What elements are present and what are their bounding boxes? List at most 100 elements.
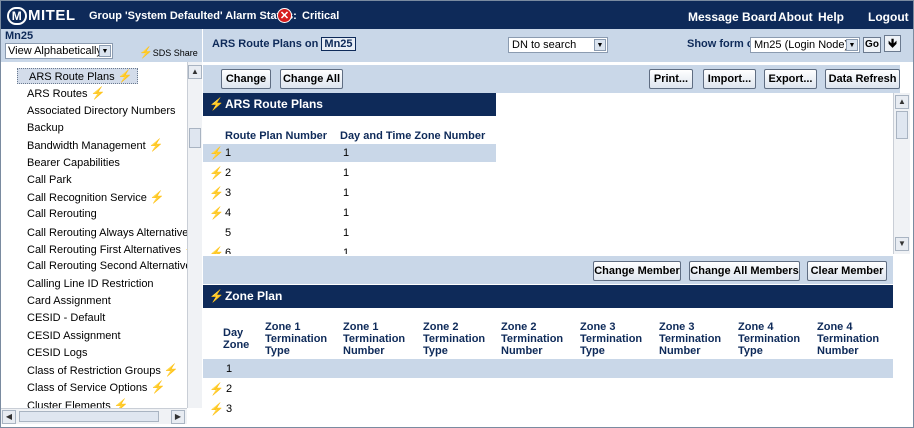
zone-number: 1	[343, 207, 350, 219]
plug-icon: ⚡	[139, 47, 153, 59]
tree-item[interactable]: Bandwidth Management ⚡	[27, 137, 164, 153]
view-mode-select[interactable]: View Alphabetically ▼	[5, 43, 113, 59]
clear-member-button[interactable]: Clear Member	[807, 261, 887, 281]
form-toolbar: Change Change All Print... Import... Exp…	[203, 65, 900, 93]
chevron-down-icon: ▼	[846, 39, 858, 51]
node-select[interactable]: Mn25 (Login Node) ▼	[750, 37, 860, 53]
plug-icon: ⚡	[90, 86, 106, 101]
day-zone-value: 1	[226, 363, 233, 375]
system-name: Mn25	[5, 30, 34, 42]
system-link[interactable]: Mn25	[321, 37, 356, 51]
critical-alarm-icon[interactable]: ✕	[277, 8, 292, 23]
route-plan-number: 4	[225, 207, 232, 219]
tree-horizontal-scrollbar[interactable]: ◀ ▶	[1, 408, 187, 424]
zone-column-header: Zone 4 Termination Type	[738, 321, 801, 357]
change-member-button[interactable]: Change Member	[593, 261, 681, 281]
day-zone-value: 3	[226, 403, 233, 415]
scroll-right-icon[interactable]: ▶	[171, 410, 185, 424]
table-row[interactable]: ⚡ 2	[203, 379, 893, 398]
tree-item[interactable]: Cluster Elements ⚡	[27, 397, 129, 408]
message-board-link[interactable]: Message Board	[688, 10, 777, 24]
tree-item[interactable]: Associated Directory Numbers	[27, 103, 176, 119]
tree-item[interactable]: Class of Restriction Groups ⚡	[27, 362, 179, 378]
tree-item[interactable]: Call Rerouting First Alternatives⚡	[27, 241, 199, 257]
table-row[interactable]: ⚡ 6 1	[203, 244, 496, 254]
zone-number: 1	[343, 167, 350, 179]
logout-link[interactable]: Logout	[868, 10, 909, 24]
table-row[interactable]: 51	[203, 224, 496, 242]
zone-number: 1	[343, 147, 350, 159]
ars-vertical-scrollbar[interactable]: ▲ ▼	[893, 93, 910, 254]
route-plan-number: 3	[225, 187, 232, 199]
zone-number: 1	[343, 187, 350, 199]
tree-item[interactable]: Backup	[27, 120, 64, 136]
group-alarm-label: Group 'System Defaulted' Alarm Status:	[89, 10, 297, 22]
scroll-up-icon[interactable]: ▲	[188, 65, 202, 79]
search-type-select[interactable]: DN to search ▼	[508, 37, 608, 53]
go-button[interactable]: Go	[863, 37, 881, 53]
plug-icon: ⚡	[209, 246, 224, 254]
left-panel-header: Mn25 View Alphabetically ▼ ⚡SDS Share	[1, 29, 202, 62]
scroll-down-icon[interactable]: ▼	[895, 237, 909, 251]
zone-number: 1	[343, 227, 350, 239]
tree-item[interactable]: CESID Logs	[27, 345, 88, 361]
mitel-logo: M MITEL	[7, 7, 76, 25]
plug-icon: ⚡	[148, 138, 164, 153]
tree-item[interactable]: CESID Assignment	[27, 328, 121, 344]
arrow-down-icon[interactable]: 🡻	[884, 35, 901, 52]
table-row[interactable]: ⚡ 4 1	[203, 204, 496, 222]
form-header: ARS Route Plans on Mn25 DN to search ▼ S…	[203, 29, 913, 62]
import-button[interactable]: Import...	[703, 69, 756, 89]
plug-icon: ⚡	[209, 382, 224, 396]
tree-vertical-scrollbar[interactable]: ▲	[187, 62, 202, 408]
table-row[interactable]: ⚡ 3 1	[203, 184, 496, 202]
plug-icon: ⚡	[209, 206, 224, 220]
plug-icon: ⚡	[209, 186, 224, 200]
change-all-button[interactable]: Change All	[280, 69, 343, 89]
scroll-thumb[interactable]	[189, 128, 201, 148]
tree-item[interactable]: Call Rerouting Always Alternatives⚡	[27, 224, 201, 240]
data-refresh-button[interactable]: Data Refresh	[825, 69, 900, 89]
help-link[interactable]: Help	[818, 10, 844, 24]
chevron-down-icon: ▼	[594, 39, 606, 51]
ars-route-plans-table: Route Plan Number Day and Time Zone Numb…	[203, 116, 893, 254]
tree-item[interactable]: Card Assignment	[27, 293, 111, 309]
table-row[interactable]: ⚡ 1 1	[203, 144, 496, 162]
route-plan-number-header: Route Plan Number	[225, 130, 328, 142]
export-button[interactable]: Export...	[764, 69, 817, 89]
table-row[interactable]: 1	[203, 359, 893, 378]
time-zone-number-header: Day and Time Zone Number	[340, 130, 486, 142]
change-button[interactable]: Change	[221, 69, 271, 89]
tree-item[interactable]: Call Rerouting	[27, 206, 97, 222]
change-all-members-button[interactable]: Change All Members	[689, 261, 800, 281]
route-plan-number: 1	[225, 147, 232, 159]
sds-share-link[interactable]: ⚡SDS Share	[139, 46, 198, 59]
plug-icon: ⚡	[209, 402, 224, 416]
tree-item[interactable]: CESID - Default	[27, 310, 105, 326]
plug-icon: ⚡	[113, 397, 129, 408]
scroll-thumb[interactable]	[19, 411, 159, 422]
table-row[interactable]: ⚡ 2 1	[203, 164, 496, 182]
tree-item[interactable]: Class of Service Options ⚡	[27, 379, 165, 395]
form-title: ARS Route Plans on Mn25	[212, 37, 356, 51]
tree-item[interactable]: Call Recognition Service ⚡	[27, 189, 165, 205]
tree-item[interactable]: ARS Routes ⚡	[27, 85, 105, 101]
scroll-up-icon[interactable]: ▲	[895, 95, 909, 109]
table-row[interactable]: ⚡ 3	[203, 399, 893, 418]
route-plan-number: 5	[225, 227, 232, 239]
plug-icon: ⚡	[150, 380, 166, 395]
tree-item[interactable]: Bearer Capabilities	[27, 155, 120, 171]
tree-item[interactable]: Call Park	[27, 172, 72, 188]
tree-item[interactable]: Call Rerouting Second Alternatives	[27, 258, 197, 274]
tree-item[interactable]: ARS Route Plans ⚡	[17, 68, 138, 84]
tree-item[interactable]: Calling Line ID Restriction	[27, 276, 154, 292]
scroll-left-icon[interactable]: ◀	[2, 410, 16, 424]
zone-plan-table: Day Zone Zone 1 Termination Type Zone 1 Termin…	[203, 308, 893, 423]
route-plan-number: 6	[225, 247, 232, 254]
zone-column-header: Zone 3 Termination Number	[659, 321, 722, 357]
zone-column-header: Zone 1 Termination Type	[265, 321, 328, 357]
print-button[interactable]: Print...	[649, 69, 693, 89]
chevron-down-icon: ▼	[99, 45, 111, 57]
scroll-thumb[interactable]	[896, 111, 908, 139]
about-link[interactable]: About	[778, 10, 813, 24]
